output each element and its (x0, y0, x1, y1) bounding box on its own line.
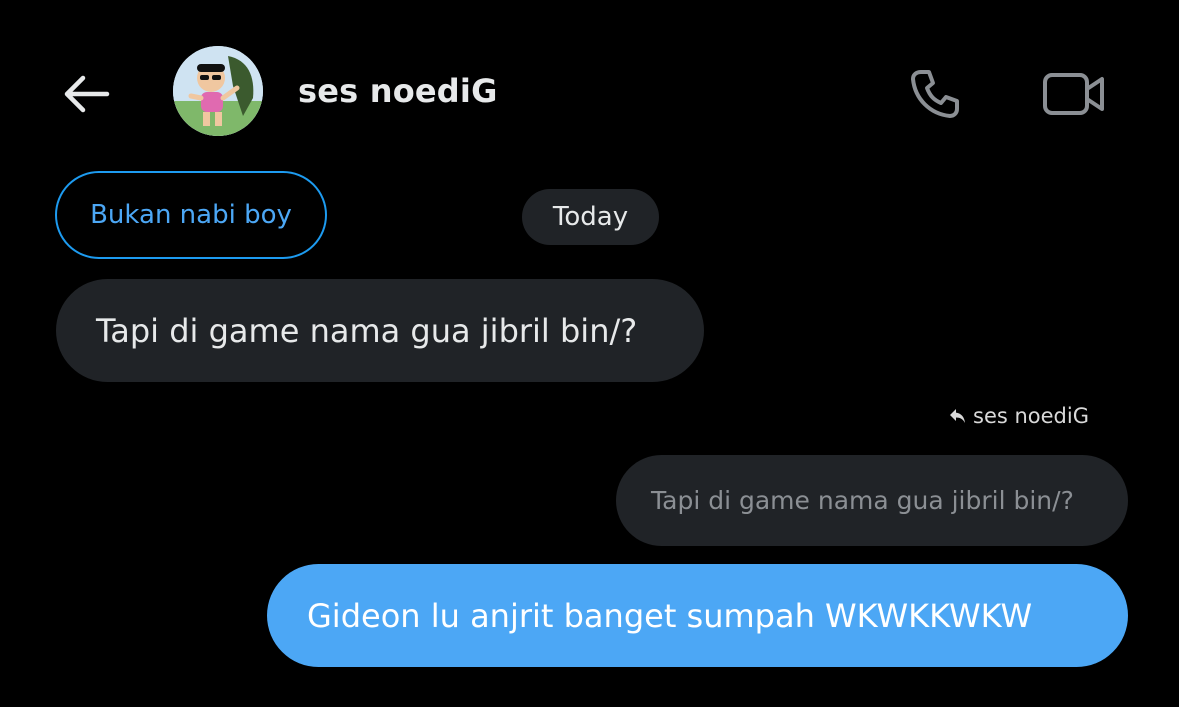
chat-header: ses noediG (0, 0, 1179, 180)
avatar[interactable] (173, 46, 263, 136)
arrow-left-icon (64, 75, 110, 113)
outgoing-message-bubble[interactable]: Gideon lu anjrit banget sumpah WKWKKWKW (267, 564, 1128, 667)
avatar-image (173, 46, 263, 136)
video-camera-icon (1043, 73, 1104, 115)
date-divider: Today (522, 189, 659, 245)
message-text: Gideon lu anjrit banget sumpah WKWKKWKW (307, 596, 1033, 635)
reply-arrow-icon (950, 409, 965, 423)
phone-icon (911, 70, 959, 118)
message-text: Tapi di game nama gua jibril bin/? (96, 311, 638, 350)
reply-to-name: ses noediG (973, 404, 1089, 428)
quoted-message-text: Tapi di game nama gua jibril bin/? (651, 486, 1074, 515)
back-button[interactable] (56, 64, 116, 124)
quoted-message-bubble[interactable]: Tapi di game nama gua jibril bin/? (616, 455, 1128, 546)
contact-name[interactable]: ses noediG (298, 72, 498, 110)
context-label-button[interactable]: Bukan nabi boy (55, 171, 327, 259)
call-button[interactable] (900, 62, 970, 126)
video-call-button[interactable] (1034, 62, 1114, 126)
incoming-message-bubble[interactable]: Tapi di game nama gua jibril bin/? (56, 279, 704, 382)
reply-indicator: ses noediG (949, 404, 1089, 428)
